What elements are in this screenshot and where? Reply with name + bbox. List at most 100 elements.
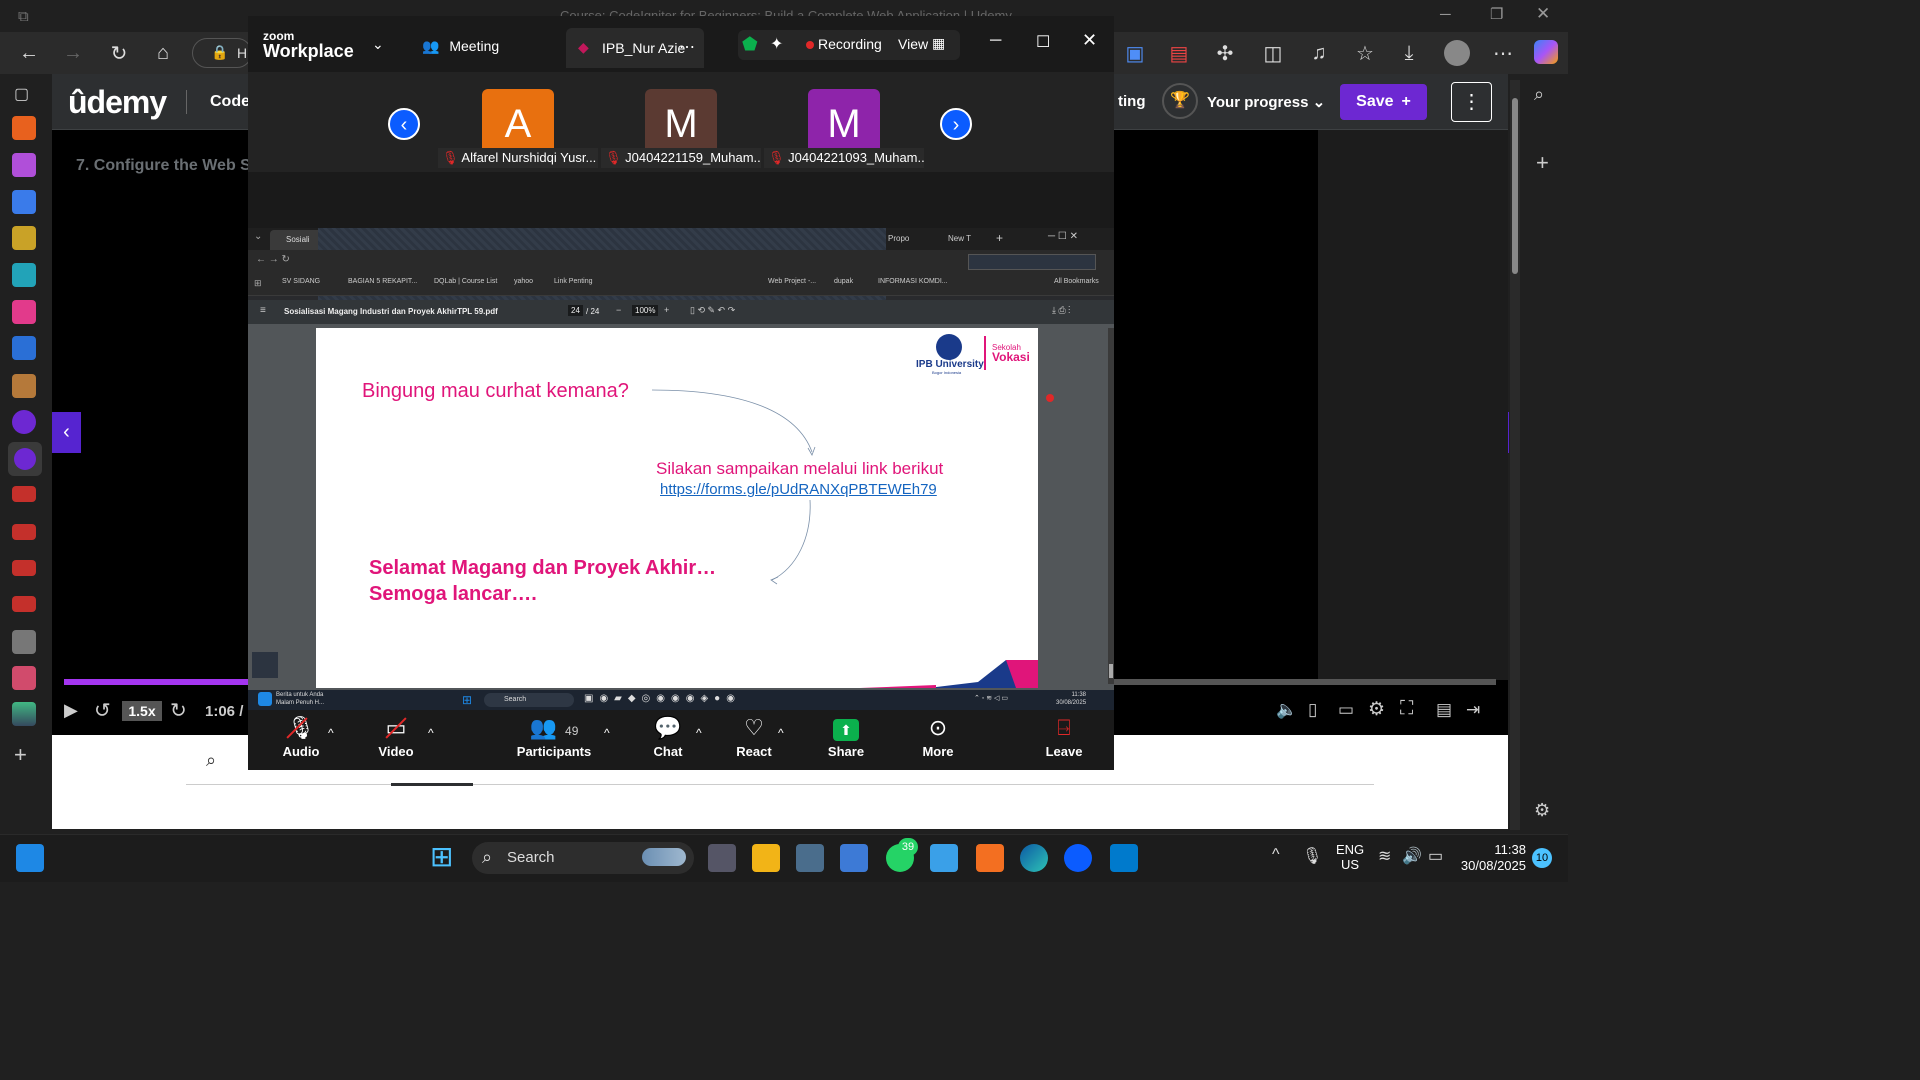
tab-favicon[interactable]	[12, 226, 36, 250]
fullscreen-icon[interactable]: ⛶	[1400, 698, 1413, 720]
active-tab[interactable]	[8, 442, 42, 476]
profile-avatar[interactable]	[1444, 40, 1470, 66]
ai-sparkle-icon[interactable]: ✦	[770, 34, 783, 54]
participant-tile[interactable]: M	[645, 89, 717, 149]
notification-badge[interactable]: 10	[1532, 848, 1552, 868]
new-tab-icon[interactable]: +	[14, 742, 27, 768]
more-button[interactable]: ⊙ More	[898, 714, 978, 759]
tab-favicon[interactable]	[12, 630, 36, 654]
split-screen-icon[interactable]: ◫	[1258, 38, 1288, 68]
tray-overflow-icon[interactable]: ^	[1272, 846, 1280, 864]
home-icon[interactable]: ⌂	[148, 38, 178, 68]
theater-icon[interactable]: ▤	[1436, 700, 1452, 720]
save-button[interactable]: Save +	[1340, 84, 1427, 120]
favorites-icon[interactable]: ☆	[1350, 38, 1380, 68]
participant-tile[interactable]: A	[482, 89, 554, 149]
xampp-icon[interactable]	[976, 844, 1004, 872]
media-icon[interactable]: ♫	[1304, 38, 1334, 68]
vscode-icon[interactable]	[1110, 844, 1138, 872]
youtube-tab-icon[interactable]	[12, 524, 36, 540]
host-tab[interactable]: ◆ IPB_Nur Azie ⋯	[566, 28, 704, 68]
meeting-tab[interactable]: 👥 Meeting	[422, 38, 499, 55]
minimize-icon[interactable]: ─	[1440, 6, 1451, 23]
tab-favicon[interactable]	[12, 374, 36, 398]
clock[interactable]: 11:38 30/08/2025	[1458, 842, 1526, 874]
address-bar[interactable]: 🔒 H	[192, 38, 252, 68]
workspaces-icon[interactable]: ⧉	[18, 8, 29, 25]
close-icon[interactable]: ✕	[1536, 4, 1550, 24]
zoom-icon[interactable]	[1064, 844, 1092, 872]
tab-favicon[interactable]	[12, 702, 36, 726]
chevron-up-icon[interactable]: ^	[428, 726, 434, 740]
transcript-icon[interactable]: ▯	[1308, 700, 1317, 720]
trophy-icon[interactable]: 🏆	[1162, 83, 1198, 119]
youtube-tab-icon[interactable]	[12, 596, 36, 612]
next-participants-button[interactable]: ›	[940, 108, 972, 140]
volume-icon[interactable]: 🔈	[1276, 700, 1297, 720]
grid-icon[interactable]: ▦	[932, 35, 945, 52]
microphone-icon[interactable]: 🎙	[1302, 846, 1322, 866]
task-view-icon[interactable]	[708, 844, 736, 872]
tab-favicon[interactable]	[12, 666, 36, 690]
play-icon[interactable]: ▶	[64, 700, 78, 721]
maximize-icon[interactable]: ❐	[1490, 5, 1503, 23]
rating-link[interactable]: ting	[1118, 93, 1146, 110]
forward-icon[interactable]: →	[58, 38, 88, 68]
copilot-icon[interactable]	[1534, 40, 1558, 64]
tab-favicon[interactable]	[12, 300, 36, 324]
tab-favicon[interactable]	[12, 410, 36, 434]
more-options-button[interactable]: ⋮	[1451, 82, 1492, 122]
refresh-icon[interactable]: ↻	[104, 38, 134, 68]
maximize-icon[interactable]: ☐	[1036, 32, 1050, 52]
chevron-up-icon[interactable]: ^	[328, 726, 334, 740]
search-icon[interactable]: ⌕	[206, 750, 216, 771]
view-button[interactable]: View	[898, 36, 928, 52]
extensions-puzzle-icon[interactable]: ✣	[1210, 38, 1240, 68]
extension-icon[interactable]: ▤	[1164, 38, 1194, 68]
rewind-icon[interactable]: ↺	[94, 698, 111, 723]
captions-icon[interactable]: ▭	[1338, 700, 1354, 720]
more-menu-icon[interactable]: ⋯	[1488, 38, 1518, 68]
playback-speed[interactable]: 1.5x	[122, 701, 162, 721]
search-box[interactable]: ⌕ Search	[472, 842, 694, 874]
wifi-icon[interactable]: ≋	[1378, 846, 1391, 866]
downloads-icon[interactable]: ⤓	[1394, 38, 1424, 68]
prev-participants-button[interactable]: ‹	[388, 108, 420, 140]
settings-icon[interactable]: ⚙	[1534, 800, 1550, 821]
progress-dropdown[interactable]: Your progress ⌄	[1207, 93, 1325, 111]
tab-favicon[interactable]	[12, 263, 36, 287]
settings-icon[interactable]: ⚙	[1368, 698, 1385, 721]
chevron-up-icon[interactable]: ^	[604, 726, 610, 740]
extension-save-icon[interactable]: ▣	[1120, 38, 1150, 68]
youtube-tab-icon[interactable]	[12, 486, 36, 502]
forward-skip-icon[interactable]: ↻	[170, 698, 187, 723]
more-icon[interactable]: ⋯	[679, 37, 695, 57]
tab-actions-icon[interactable]: ▢	[14, 84, 29, 104]
edge-icon[interactable]	[1020, 844, 1048, 872]
add-icon[interactable]: +	[1536, 150, 1549, 176]
tab-favicon[interactable]	[12, 336, 36, 360]
battery-icon[interactable]: ▭	[1428, 846, 1443, 866]
collapse-icon[interactable]: ⇥	[1466, 700, 1480, 720]
chevron-up-icon[interactable]: ^	[778, 726, 784, 740]
shield-icon[interactable]: ⬟	[742, 34, 758, 55]
tab-favicon[interactable]	[12, 190, 36, 214]
close-icon[interactable]: ✕	[1082, 30, 1097, 51]
prev-lecture-button[interactable]: ‹	[52, 412, 81, 453]
file-explorer-icon[interactable]	[752, 844, 780, 872]
app-icon[interactable]	[796, 844, 824, 872]
youtube-tab-icon[interactable]	[12, 560, 36, 576]
language-indicator[interactable]: ENG US	[1336, 842, 1364, 872]
scrollbar[interactable]	[1510, 80, 1520, 830]
start-icon[interactable]: ⊞	[430, 843, 453, 871]
video-button[interactable]: ▭ Video	[356, 714, 436, 759]
volume-icon[interactable]: 🔊	[1402, 846, 1422, 866]
recording-label[interactable]: Recording	[818, 36, 882, 52]
tab-favicon[interactable]	[12, 116, 36, 140]
search-icon[interactable]: ⌕	[1534, 84, 1544, 105]
participants-button[interactable]: 👥 49 Participants	[514, 714, 594, 759]
chevron-down-icon[interactable]: ⌄	[372, 36, 384, 53]
app-icon[interactable]	[840, 844, 868, 872]
share-button[interactable]: ⬆ Share	[806, 714, 886, 759]
minimize-icon[interactable]: ─	[990, 32, 1001, 50]
